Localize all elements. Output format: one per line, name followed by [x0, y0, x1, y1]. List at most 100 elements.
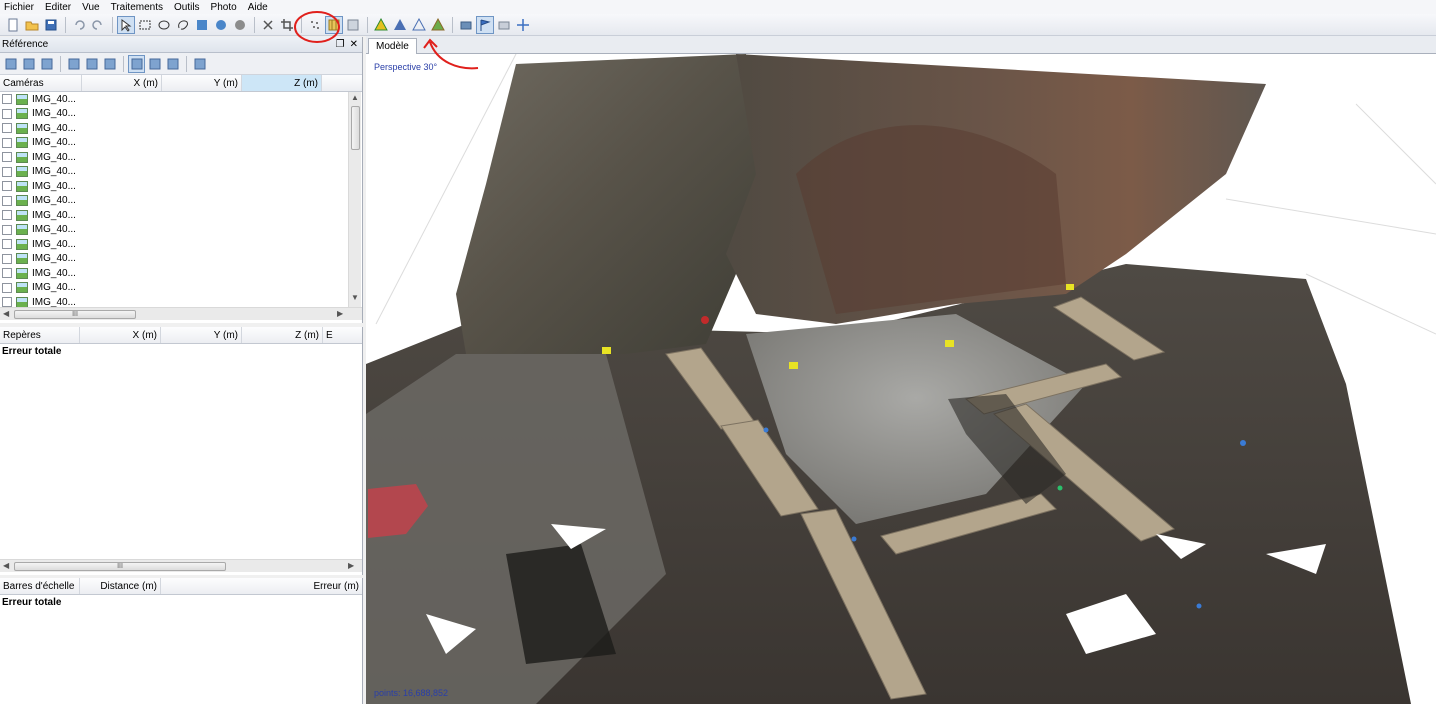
reset-selection-icon[interactable] [193, 16, 211, 34]
ellipse-select-icon[interactable] [155, 16, 173, 34]
import-icon[interactable] [2, 55, 19, 73]
view-errors-icon[interactable] [164, 55, 181, 73]
textured-model-icon[interactable] [429, 16, 447, 34]
menu-traitements[interactable]: Traitements [106, 1, 169, 14]
point-cloud-icon[interactable] [306, 16, 324, 34]
col-z[interactable]: Z (m) [242, 327, 323, 343]
col-y[interactable]: Y (m) [162, 75, 242, 91]
undo-icon[interactable] [70, 16, 88, 34]
col-z[interactable]: Z (m) [242, 75, 322, 91]
save-reference-icon[interactable] [38, 55, 55, 73]
col-error[interactable]: E [323, 327, 353, 343]
col-x[interactable]: X (m) [82, 75, 162, 91]
wand-icon[interactable] [83, 55, 100, 73]
table-row[interactable]: IMG_40... [0, 208, 362, 223]
shaded-model-icon[interactable] [391, 16, 409, 34]
free-select-icon[interactable] [174, 16, 192, 34]
table-row[interactable]: IMG_40... [0, 136, 362, 151]
camera-checkbox[interactable] [2, 108, 12, 119]
camera-label: IMG_40... [32, 267, 76, 279]
toolbar-separator [452, 16, 453, 33]
table-row[interactable]: IMG_40... [0, 266, 362, 281]
menu-aide[interactable]: Aide [243, 1, 274, 14]
col-y[interactable]: Y (m) [161, 327, 242, 343]
table-row[interactable]: IMG_40... [0, 179, 362, 194]
col-error[interactable]: Erreur (m) [161, 578, 362, 594]
reference-settings-icon[interactable] [191, 55, 208, 73]
col-cameras[interactable]: Caméras [0, 75, 82, 91]
table-row[interactable]: IMG_40... [0, 121, 362, 136]
close-panel-icon[interactable]: ✕ [350, 39, 358, 50]
show-region-icon[interactable] [495, 16, 513, 34]
camera-checkbox[interactable] [2, 137, 12, 148]
menu-outils[interactable]: Outils [169, 1, 206, 14]
tab-model[interactable]: Modèle [368, 38, 417, 55]
camera-checkbox[interactable] [2, 123, 12, 134]
show-markers-icon[interactable] [476, 15, 494, 34]
camera-checkbox[interactable] [2, 239, 12, 250]
new-file-icon[interactable] [4, 16, 22, 34]
redo-icon[interactable] [89, 16, 107, 34]
camera-checkbox[interactable] [2, 253, 12, 264]
table-row[interactable]: IMG_40... [0, 281, 362, 296]
table-row[interactable]: IMG_40... [0, 237, 362, 252]
camera-checkbox[interactable] [2, 166, 12, 177]
point-cloud-render[interactable] [366, 54, 1436, 704]
cameras-vscroll[interactable]: ▲ ▼ [348, 92, 361, 307]
float-panel-icon[interactable]: ❐ [336, 39, 345, 50]
menu-editer[interactable]: Editer [40, 1, 77, 14]
view-estimated-icon[interactable] [146, 55, 163, 73]
show-cameras-icon[interactable] [457, 16, 475, 34]
camera-checkbox[interactable] [2, 282, 12, 293]
update-icon[interactable] [101, 55, 118, 73]
camera-checkbox[interactable] [2, 181, 12, 192]
navigation-icon[interactable] [514, 16, 532, 34]
table-row[interactable]: IMG_40... [0, 252, 362, 267]
camera-label: IMG_40... [32, 93, 76, 105]
model-viewport[interactable]: Perspective 30° points: 16,688,852 [366, 54, 1436, 704]
col-scalebars[interactable]: Barres d'échelle [0, 578, 80, 594]
dense-cloud-icon[interactable] [325, 15, 343, 34]
pointer-select-icon[interactable] [117, 15, 135, 34]
camera-label: IMG_40... [32, 253, 76, 265]
wireframe-model-icon[interactable] [410, 16, 428, 34]
col-markers[interactable]: Repères [0, 327, 80, 343]
menu-fichier[interactable]: Fichier [0, 1, 40, 14]
camera-checkbox[interactable] [2, 297, 12, 308]
toolbar-separator [367, 16, 368, 33]
table-row[interactable]: IMG_40... [0, 107, 362, 122]
col-distance[interactable]: Distance (m) [80, 578, 161, 594]
table-row[interactable]: IMG_40... [0, 150, 362, 165]
model-tab-bar: Modèle [366, 36, 1436, 55]
col-x[interactable]: X (m) [80, 327, 161, 343]
camera-checkbox[interactable] [2, 195, 12, 206]
camera-checkbox[interactable] [2, 94, 12, 105]
camera-image-icon [16, 253, 28, 265]
camera-label: IMG_40... [32, 238, 76, 250]
expand-icon[interactable] [231, 16, 249, 34]
table-row[interactable]: IMG_40... [0, 165, 362, 180]
camera-checkbox[interactable] [2, 268, 12, 279]
camera-checkbox[interactable] [2, 152, 12, 163]
crop-icon[interactable] [278, 16, 296, 34]
dense-cloud-classes-icon[interactable] [344, 16, 362, 34]
cameras-hscroll[interactable]: ◀ III ▶ [0, 307, 362, 320]
open-folder-icon[interactable] [23, 16, 41, 34]
settings-icon[interactable] [65, 55, 82, 73]
menu-vue[interactable]: Vue [77, 1, 105, 14]
markers-hscroll[interactable]: ◀ III ▶ [0, 559, 362, 572]
rectangle-select-icon[interactable] [136, 16, 154, 34]
save-icon[interactable] [42, 16, 60, 34]
view-source-icon[interactable] [128, 54, 145, 73]
camera-checkbox[interactable] [2, 210, 12, 221]
table-row[interactable]: IMG_40... [0, 194, 362, 209]
toolbar-separator [60, 55, 61, 72]
export-icon[interactable] [20, 55, 37, 73]
menu-photo[interactable]: Photo [206, 1, 243, 14]
table-row[interactable]: IMG_40... [0, 223, 362, 238]
solid-model-icon[interactable] [372, 16, 390, 34]
shrink-icon[interactable] [212, 16, 230, 34]
camera-checkbox[interactable] [2, 224, 12, 235]
delete-icon[interactable] [259, 16, 277, 34]
table-row[interactable]: IMG_40... [0, 92, 362, 107]
